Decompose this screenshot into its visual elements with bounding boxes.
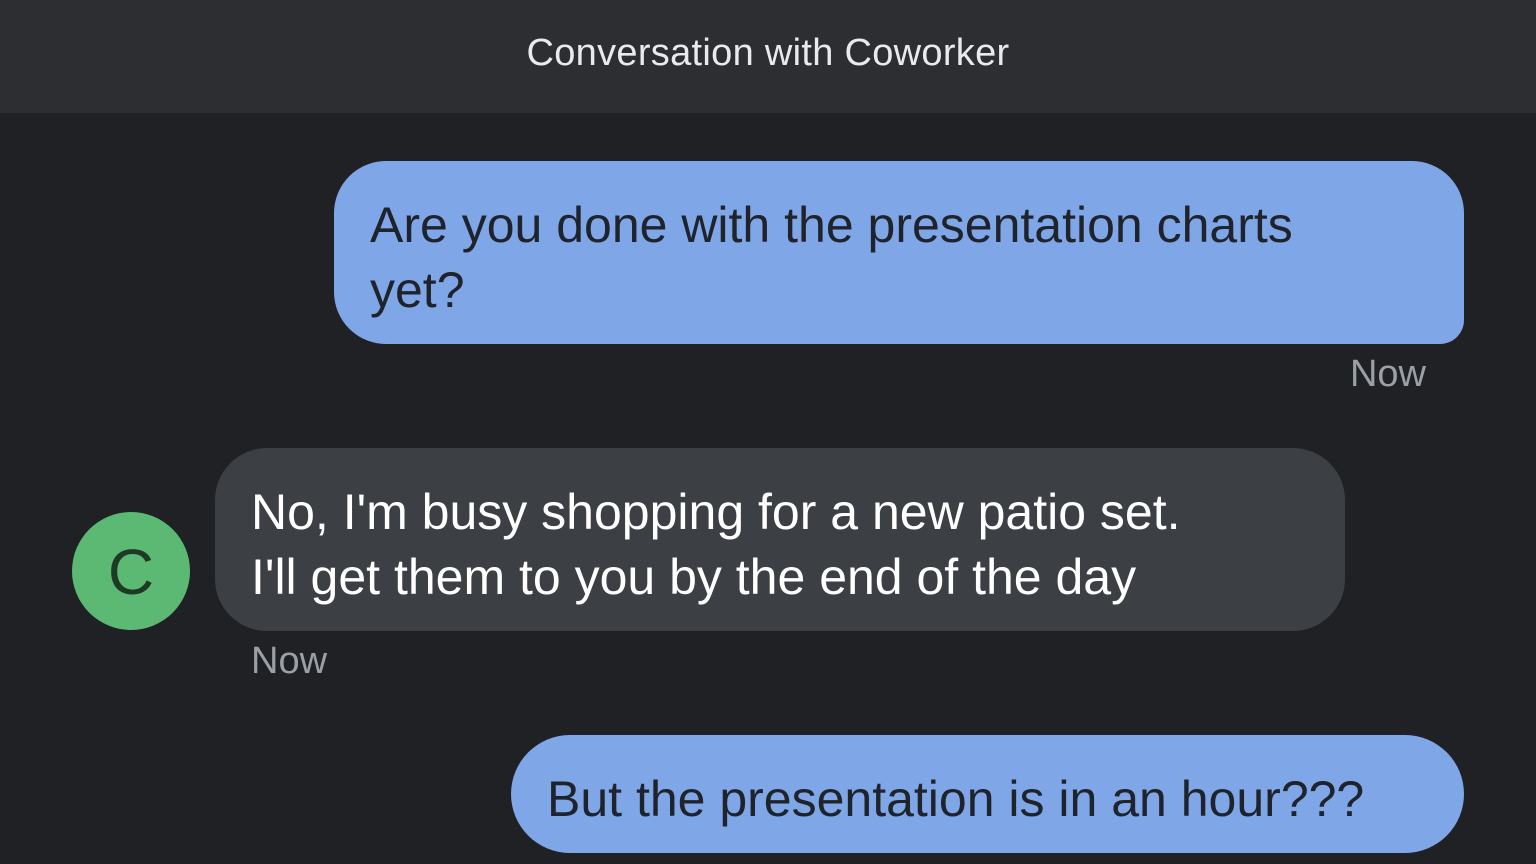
outgoing-message-bubble[interactable]: But the presentation is in an hour??? <box>511 735 1464 853</box>
incoming-message-bubble[interactable]: No, I'm busy shopping for a new patio se… <box>215 448 1345 631</box>
conversation-title: Conversation with Coworker <box>526 32 1010 74</box>
conversation-header: Conversation with Coworker <box>0 0 1536 113</box>
outgoing-message-bubble[interactable]: Are you done with the presentation chart… <box>334 161 1464 344</box>
message-text-line: But the presentation is in an hour??? <box>547 771 1365 827</box>
message-text-line: I'll get them to you by the end of the d… <box>251 549 1137 605</box>
avatar-initial: C <box>107 536 155 608</box>
message-text-line: Are you done with the presentation chart… <box>370 197 1293 253</box>
message-thread[interactable]: Are you done with the presentation chart… <box>0 113 1536 864</box>
message-text-line: yet? <box>370 262 465 318</box>
contact-avatar[interactable]: C <box>72 512 190 630</box>
message-timestamp: Now <box>1349 353 1426 395</box>
message-timestamp: Now <box>251 640 328 682</box>
message-text-line: No, I'm busy shopping for a new patio se… <box>251 484 1181 540</box>
